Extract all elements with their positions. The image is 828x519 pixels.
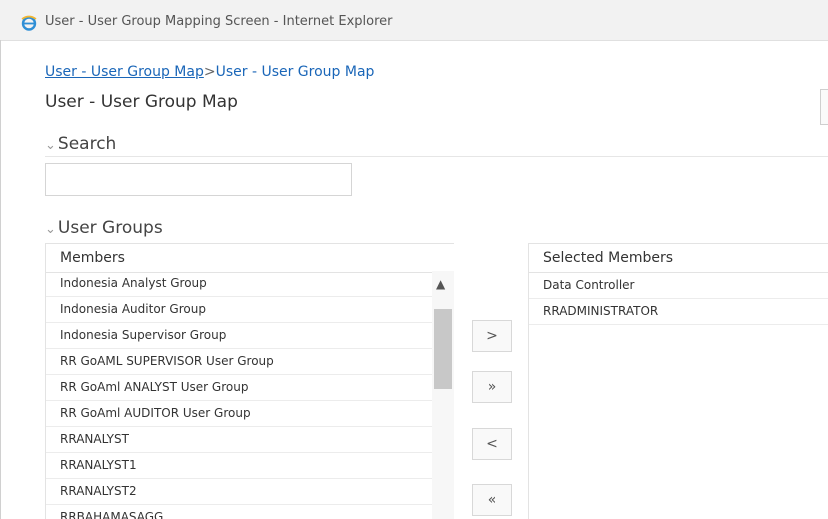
chevron-down-icon: ⌄ <box>45 138 56 153</box>
user-groups-section-label: User Groups <box>57 218 163 238</box>
move-all-left-button[interactable]: « <box>472 484 512 516</box>
breadcrumb-link[interactable]: User - User Group Map <box>45 64 204 80</box>
members-list: Indonesia Analyst Group Indonesia Audito… <box>46 271 432 519</box>
scroll-thumb[interactable] <box>434 309 452 389</box>
search-section-label: Search <box>57 134 117 154</box>
list-item[interactable]: Indonesia Analyst Group <box>46 271 432 297</box>
move-right-button[interactable]: > <box>472 320 512 352</box>
scroll-up-icon[interactable]: ▲ <box>436 277 445 291</box>
selected-members-header: Selected Members <box>529 243 828 273</box>
user-groups-section-header[interactable]: ⌄ User Groups <box>45 218 163 238</box>
members-header: Members <box>46 243 454 273</box>
search-input[interactable] <box>45 163 352 196</box>
internet-explorer-icon <box>21 15 37 31</box>
members-panel: Members Indonesia Analyst Group Indonesi… <box>45 243 454 519</box>
members-scrollbar[interactable]: ▲ <box>432 271 454 519</box>
page-title: User - User Group Map <box>45 92 238 112</box>
selected-members-panel: Selected Members Data Controller RRADMIN… <box>528 243 828 519</box>
list-item[interactable]: RR GoAML SUPERVISOR User Group <box>46 349 432 375</box>
selected-list-item[interactable]: RRADMINISTRATOR <box>529 299 828 325</box>
list-item[interactable]: Indonesia Auditor Group <box>46 297 432 323</box>
chevron-down-icon: ⌄ <box>45 222 56 237</box>
breadcrumb-separator: > <box>203 64 216 80</box>
selected-list-item[interactable]: Data Controller <box>529 273 828 299</box>
move-all-right-button[interactable]: » <box>472 371 512 403</box>
window-title: User - User Group Mapping Screen - Inter… <box>45 14 393 29</box>
window-left-border <box>0 40 1 519</box>
list-item[interactable]: RRBAHAMASAGG <box>46 505 432 519</box>
list-item[interactable]: RRANALYST1 <box>46 453 432 479</box>
list-item[interactable]: RR GoAml AUDITOR User Group <box>46 401 432 427</box>
list-item[interactable]: Indonesia Supervisor Group <box>46 323 432 349</box>
breadcrumb-current: User - User Group Map <box>215 64 375 80</box>
search-section-header[interactable]: ⌄ Search <box>45 134 116 154</box>
list-item[interactable]: RRANALYST <box>46 427 432 453</box>
breadcrumb: User - User Group Map>User - User Group … <box>45 64 374 80</box>
list-item[interactable]: RRANALYST2 <box>46 479 432 505</box>
list-item[interactable]: RR GoAml ANALYST User Group <box>46 375 432 401</box>
toolbar-button[interactable] <box>820 89 828 125</box>
window-titlebar: User - User Group Mapping Screen - Inter… <box>0 0 828 41</box>
search-section-divider <box>45 156 828 157</box>
move-left-button[interactable]: < <box>472 428 512 460</box>
